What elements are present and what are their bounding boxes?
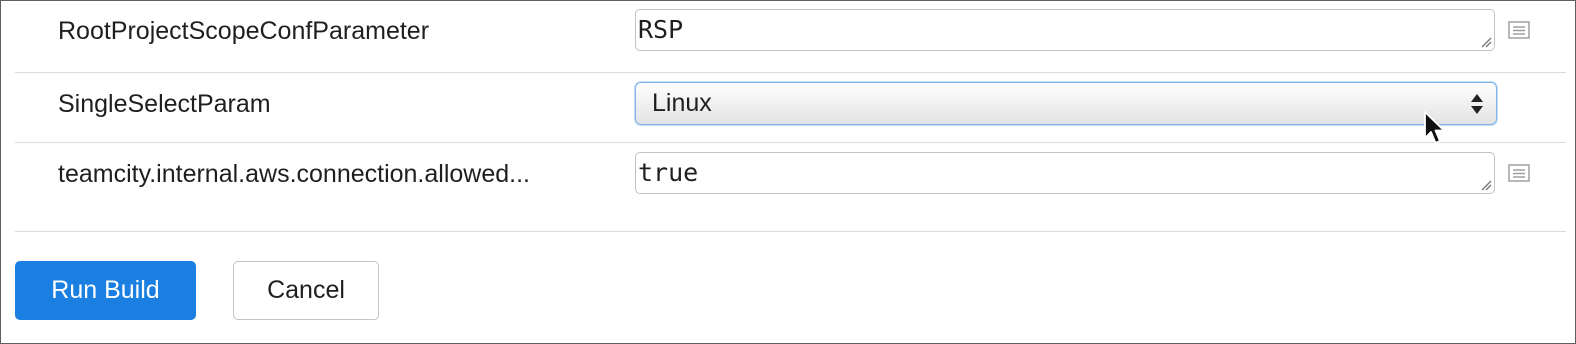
param-value-single-select[interactable]: Linux (635, 82, 1497, 125)
resize-grip-icon[interactable] (1480, 179, 1492, 191)
param-name-single-select: SingleSelectParam (58, 90, 271, 118)
run-build-button[interactable]: Run Build (15, 261, 196, 320)
select-arrows-icon (1471, 94, 1483, 114)
param-value-text: true (638, 158, 699, 187)
param-value-aws-connection-input[interactable]: true (635, 152, 1495, 194)
mouse-cursor-icon (1424, 111, 1445, 144)
select-value-text: Linux (652, 89, 712, 117)
resize-grip-icon[interactable] (1480, 36, 1492, 48)
param-value-text: RSP (638, 15, 684, 44)
run-build-dialog: RootProjectScopeConfParameter RSP Single… (0, 0, 1576, 344)
row-divider (15, 142, 1566, 143)
list-icon[interactable] (1508, 164, 1530, 182)
row-divider (15, 72, 1566, 73)
footer-divider (15, 231, 1566, 232)
cancel-button[interactable]: Cancel (233, 261, 379, 320)
param-value-root-project-scope-input[interactable]: RSP (635, 9, 1495, 51)
param-name-root-project-scope: RootProjectScopeConfParameter (58, 17, 430, 45)
param-name-aws-connection: teamcity.internal.aws.connection.allowed… (58, 160, 530, 188)
list-icon[interactable] (1508, 21, 1530, 39)
